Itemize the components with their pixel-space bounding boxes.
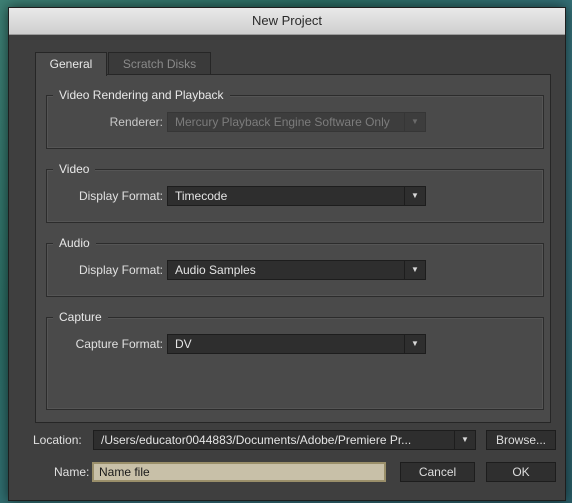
video-rendering-group: Video Rendering and Playback Renderer: M… [46,87,544,149]
audio-display-format-label: Display Format: [78,263,163,277]
capture-format-dropdown[interactable]: DV ▼ [167,334,426,354]
capture-format-value: DV [175,337,192,351]
browse-button[interactable]: Browse... [486,430,556,450]
dialog-title: New Project [9,8,565,35]
name-label: Name: [54,465,90,479]
group-title-video: Video [53,161,96,177]
video-group: Video Display Format: Timecode ▼ [46,161,544,223]
ok-button[interactable]: OK [486,462,556,482]
chevron-down-icon: ▼ [404,261,425,279]
location-label: Location: [33,433,82,447]
group-title-video-rendering: Video Rendering and Playback [53,87,230,103]
audio-group: Audio Display Format: Audio Samples ▼ [46,235,544,297]
chevron-down-icon: ▼ [404,113,425,131]
renderer-dropdown: Mercury Playback Engine Software Only ▼ [167,112,426,132]
audio-display-format-dropdown[interactable]: Audio Samples ▼ [167,260,426,280]
group-title-audio: Audio [53,235,96,251]
tab-scratch-disks[interactable]: Scratch Disks [108,52,211,75]
capture-group: Capture Capture Format: DV ▼ [46,309,544,410]
chevron-down-icon: ▼ [404,335,425,353]
video-display-format-label: Display Format: [78,189,163,203]
general-panel: Video Rendering and Playback Renderer: M… [35,74,551,423]
renderer-value: Mercury Playback Engine Software Only [175,115,390,129]
cancel-button[interactable]: Cancel [400,462,475,482]
audio-display-format-value: Audio Samples [175,263,256,277]
chevron-down-icon: ▼ [454,431,475,449]
location-value: /Users/educator0044883/Documents/Adobe/P… [101,433,412,447]
name-input[interactable] [92,462,386,482]
capture-format-label: Capture Format: [75,337,163,351]
location-dropdown[interactable]: /Users/educator0044883/Documents/Adobe/P… [93,430,476,450]
tab-general[interactable]: General [35,52,107,76]
chevron-down-icon: ▼ [404,187,425,205]
renderer-label: Renderer: [109,115,163,129]
group-title-capture: Capture [53,309,108,325]
video-display-format-value: Timecode [175,189,228,203]
video-display-format-dropdown[interactable]: Timecode ▼ [167,186,426,206]
new-project-dialog: New Project General Scratch Disks Video … [8,7,566,501]
